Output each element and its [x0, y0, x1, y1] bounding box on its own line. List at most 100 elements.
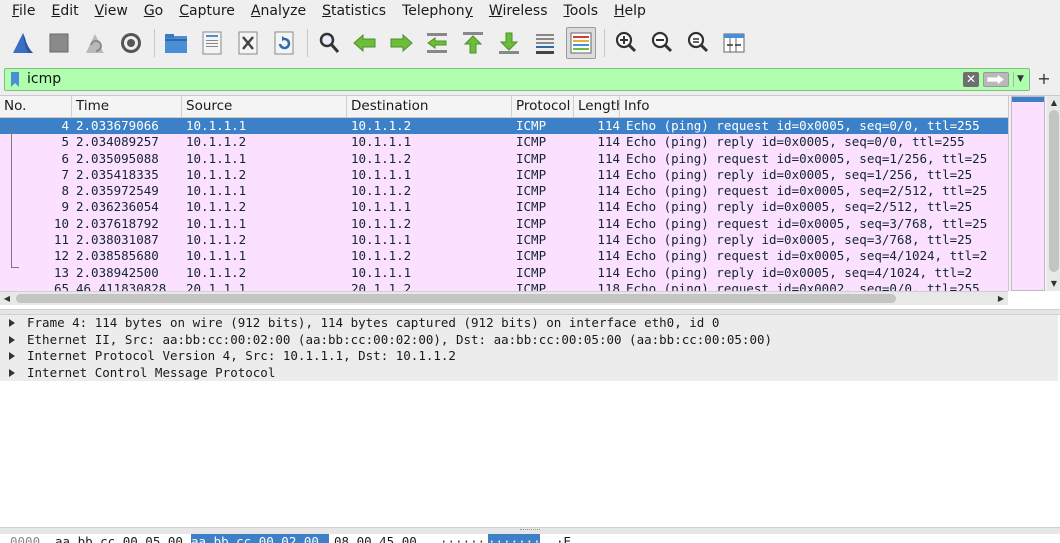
- column-header-protocol[interactable]: Protocol: [512, 96, 574, 117]
- clear-filter-icon[interactable]: ✕: [963, 72, 979, 87]
- go-forward-icon: [390, 33, 413, 53]
- expand-arrow-icon[interactable]: [9, 335, 15, 344]
- go-to-packet-button[interactable]: [422, 27, 452, 59]
- expand-arrow-icon[interactable]: [9, 352, 15, 360]
- go-back-button[interactable]: [350, 27, 380, 59]
- packet-minimap[interactable]: [1011, 96, 1045, 291]
- column-header-source[interactable]: Source: [182, 96, 347, 117]
- menu-file[interactable]: File: [4, 0, 43, 22]
- resize-columns-icon: [723, 33, 745, 53]
- first-packet-button[interactable]: [458, 27, 488, 59]
- packet-cell-src: 10.1.1.1: [186, 150, 247, 166]
- zoom-in-button[interactable]: [611, 27, 641, 59]
- expand-arrow-icon[interactable]: [9, 319, 15, 327]
- save-file-icon: [202, 31, 222, 55]
- column-header-time[interactable]: Time: [72, 96, 182, 117]
- detail-tree-item[interactable]: Frame 4: 114 bytes on wire (912 bits), 1…: [0, 315, 1058, 332]
- capture-options-button[interactable]: [116, 27, 146, 59]
- packet-row[interactable]: 12 2.038585680 10.1.1.1 10.1.1.2 ICMP 114 Echo…: [0, 248, 1008, 265]
- scroll-thumb[interactable]: [1049, 110, 1059, 272]
- packet-list-vertical-scrollbar[interactable]: ▲ ▼: [1008, 96, 1060, 291]
- packet-cell-src: 10.1.1.1: [186, 248, 247, 264]
- packet-row[interactable]: 6 2.035095088 10.1.1.1 10.1.1.2 ICMP 114 Echo …: [0, 150, 1008, 167]
- detail-tree-item[interactable]: Ethernet II, Src: aa:bb:cc:00:02:00 (aa:…: [0, 331, 1058, 348]
- reload-file-button[interactable]: [269, 27, 299, 59]
- resize-columns-button[interactable]: [719, 27, 749, 59]
- close-file-button[interactable]: [233, 27, 263, 59]
- scroll-down-arrow-icon[interactable]: ▼: [1047, 277, 1060, 291]
- column-header-info[interactable]: Info: [620, 96, 1008, 117]
- normal-size-icon: [687, 31, 709, 53]
- column-header-destination[interactable]: Destination: [347, 96, 512, 117]
- colorize-button[interactable]: [566, 27, 596, 59]
- bytes-hex[interactable]: aa bb cc 00 05 00: [55, 534, 183, 543]
- menu-telephony[interactable]: Telephony: [394, 0, 481, 22]
- packet-bytes-pane: 0000 aa bb cc 00 05 00 aa bb cc 00 02 00…: [0, 534, 1060, 543]
- filter-text[interactable]: icmp: [27, 71, 61, 87]
- open-file-button[interactable]: [161, 27, 191, 59]
- packet-cell-dst: 10.1.1.1: [351, 264, 412, 280]
- bytes-ascii[interactable]: ·E: [556, 534, 571, 543]
- packet-cell-proto: ICMP: [516, 134, 547, 150]
- go-to-packet-icon: [427, 33, 447, 53]
- bytes-ascii[interactable]: ·······: [440, 534, 493, 543]
- column-header-no[interactable]: No.: [0, 96, 72, 117]
- zoom-out-button[interactable]: [647, 27, 677, 59]
- menu-help[interactable]: Help: [606, 0, 654, 22]
- packet-row[interactable]: 9 2.036236054 10.1.1.2 10.1.1.1 ICMP 114 Echo …: [0, 199, 1008, 216]
- bytes-hex[interactable]: 08 00 45 00: [334, 534, 417, 543]
- packet-cell-dst: 10.1.1.2: [351, 215, 412, 231]
- packet-cell-len: 114: [597, 264, 620, 280]
- scroll-track[interactable]: ▲ ▼: [1047, 96, 1060, 291]
- scroll-left-arrow-icon[interactable]: ◀: [0, 292, 14, 305]
- packet-row-selected[interactable]: 4 2.033679066 10.1.1.1 10.1.1.2 ICMP 114 Echo …: [0, 118, 1008, 135]
- start-capture-button[interactable]: [8, 27, 38, 59]
- menu-edit[interactable]: Edit: [43, 0, 86, 22]
- add-filter-button-icon[interactable]: +: [1034, 69, 1054, 89]
- find-packet-button[interactable]: [314, 27, 344, 59]
- menu-wireless[interactable]: Wireless: [481, 0, 556, 22]
- expand-arrow-icon[interactable]: [9, 368, 15, 377]
- packet-cell-dst: 10.1.1.1: [351, 199, 412, 215]
- bookmark-icon[interactable]: [10, 72, 20, 87]
- column-header-length[interactable]: Length: [574, 96, 620, 117]
- detail-tree-item[interactable]: Internet Protocol Version 4, Src: 10.1.1…: [0, 348, 1058, 365]
- apply-filter-button[interactable]: [983, 72, 1009, 87]
- close-file-icon: [238, 31, 258, 55]
- stop-capture-button[interactable]: [44, 27, 74, 59]
- menu-view[interactable]: View: [87, 0, 136, 22]
- packet-cell-src: 10.1.1.2: [186, 264, 247, 280]
- menu-go[interactable]: Go: [136, 0, 171, 22]
- packet-row[interactable]: 65 46.411830828 20.1.1.1 20.1.1.2 ICMP 118 Ech…: [0, 280, 1008, 291]
- packet-cell-time: 2.038031087: [76, 232, 159, 248]
- packet-list-horizontal-scrollbar[interactable]: ◀ ▶: [0, 291, 1008, 305]
- scroll-up-arrow-icon[interactable]: ▲: [1047, 96, 1060, 110]
- normal-size-button[interactable]: [683, 27, 713, 59]
- pane-splitter-bytes[interactable]: [0, 527, 1060, 534]
- horizontal-scroll-thumb[interactable]: [16, 294, 896, 303]
- menu-analyze[interactable]: Analyze: [243, 0, 314, 22]
- packet-row[interactable]: 10 2.037618792 10.1.1.1 10.1.1.2 ICMP 114 Echo…: [0, 215, 1008, 233]
- save-file-button[interactable]: [197, 27, 227, 59]
- autoscroll-button[interactable]: [530, 27, 560, 59]
- bytes-ascii-highlighted[interactable]: ·······: [488, 534, 541, 543]
- packet-row[interactable]: 8 2.035972549 10.1.1.1 10.1.1.2 ICMP 114 Echo …: [0, 183, 1008, 200]
- packet-row[interactable]: 5 2.034089257 10.1.1.2 10.1.1.1 ICMP 114 Echo …: [0, 134, 1008, 151]
- minimap-selected-marker: [1012, 97, 1044, 102]
- packet-row[interactable]: 7 2.035418335 10.1.1.2 10.1.1.1 ICMP 114 Echo …: [0, 166, 1008, 184]
- menu-tools[interactable]: Tools: [556, 0, 607, 22]
- packet-row[interactable]: 13 2.038942500 10.1.1.2 10.1.1.1 ICMP 114 Echo…: [0, 264, 1008, 281]
- filter-history-dropdown[interactable]: ▼: [1013, 72, 1027, 87]
- packet-row[interactable]: 11 2.038031087 10.1.1.2 10.1.1.1 ICMP 114 Echo…: [0, 232, 1008, 249]
- restart-capture-button[interactable]: [80, 27, 110, 59]
- packet-cell-time: 2.038942500: [76, 264, 159, 280]
- go-forward-button[interactable]: [386, 27, 416, 59]
- display-filter-input[interactable]: icmp ✕ ▼: [4, 68, 1030, 91]
- menu-capture[interactable]: Capture: [171, 0, 243, 22]
- scroll-right-arrow-icon[interactable]: ▶: [994, 292, 1008, 305]
- packet-cell-dst: 10.1.1.1: [351, 232, 412, 248]
- menu-statistics[interactable]: Statistics: [314, 0, 394, 22]
- bytes-hex-highlighted[interactable]: aa bb cc 00 02 00: [191, 534, 329, 543]
- last-packet-button[interactable]: [494, 27, 524, 59]
- detail-tree-item[interactable]: Internet Control Message Protocol: [0, 364, 1058, 381]
